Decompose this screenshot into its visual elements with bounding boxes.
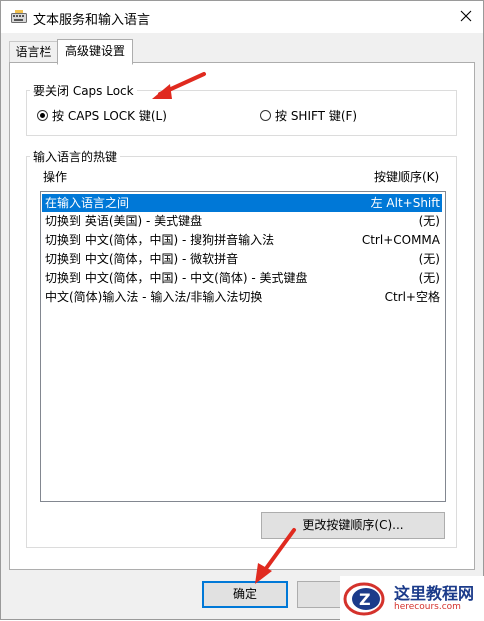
watermark: Z 这里教程网 herecours.com — [340, 576, 484, 620]
hotkey-row[interactable]: 切换到 中文(简体，中国) - 中文(简体) - 美式键盘 (无) — [42, 269, 442, 287]
tab-language-bar[interactable]: 语言栏 — [9, 41, 58, 62]
hotkey-row[interactable]: 中文(简体)输入法 - 输入法/非输入法切换 Ctrl+空格 — [42, 288, 442, 306]
hotkey-keys: Ctrl+COMMA — [361, 233, 440, 247]
window-title: 文本服务和输入语言 — [33, 13, 151, 28]
hotkey-action: 切换到 中文(简体，中国) - 微软拼音 — [45, 252, 239, 266]
watermark-title: 这里教程网 — [394, 584, 475, 603]
column-header-key-sequence: 按键顺序(K) — [374, 170, 440, 184]
hotkey-action: 切换到 英语(美国) - 美式键盘 — [45, 214, 203, 228]
hotkey-action: 切换到 中文(简体，中国) - 搜狗拼音输入法 — [45, 233, 275, 247]
hotkey-row[interactable]: 切换到 中文(简体，中国) - 微软拼音 (无) — [42, 250, 442, 268]
hotkey-row[interactable]: 在输入语言之间 左 Alt+Shift — [42, 194, 442, 212]
hotkey-keys: (无) — [418, 271, 440, 285]
close-button[interactable] — [449, 1, 483, 33]
hotkey-list[interactable]: 在输入语言之间 左 Alt+Shift 切换到 英语(美国) - 美式键盘 (无… — [40, 191, 446, 502]
caps-lock-key-label: 按 CAPS LOCK 键(L) — [52, 109, 167, 123]
caps-lock-group-label: 要关闭 Caps Lock — [30, 82, 137, 99]
dialog-window: 文本服务和输入语言 语言栏 高级键设置 要关闭 Caps Lock 按 CAPS… — [0, 0, 484, 620]
ok-button[interactable]: 确定 — [202, 581, 288, 608]
change-key-sequence-button[interactable]: 更改按键顺序(C)... — [261, 512, 445, 539]
hotkey-row[interactable]: 切换到 中文(简体，中国) - 搜狗拼音输入法 Ctrl+COMMA — [42, 231, 442, 249]
radio-checked-icon — [37, 110, 48, 121]
hotkey-keys: 左 Alt+Shift — [370, 196, 440, 210]
watermark-logo: Z — [342, 580, 390, 621]
column-header-action: 操作 — [43, 170, 68, 184]
hotkey-keys: (无) — [418, 214, 440, 228]
close-icon — [460, 10, 472, 25]
radio-unchecked-icon — [260, 110, 271, 121]
shift-key-radio[interactable]: 按 SHIFT 键(F) — [260, 107, 357, 124]
caps-lock-key-radio[interactable]: 按 CAPS LOCK 键(L) — [37, 107, 167, 124]
watermark-url: herecours.com — [394, 602, 461, 612]
hotkey-keys: Ctrl+空格 — [384, 290, 440, 304]
tab-panel: 要关闭 Caps Lock 按 CAPS LOCK 键(L) 按 SHIFT 键… — [9, 62, 475, 570]
hotkey-action: 中文(简体)输入法 - 输入法/非输入法切换 — [45, 290, 263, 304]
watermark-logo-letter: Z — [359, 590, 371, 609]
tab-advanced-key-settings[interactable]: 高级键设置 — [57, 39, 133, 65]
hotkey-action: 在输入语言之间 — [45, 196, 130, 210]
hotkey-keys: (无) — [418, 252, 440, 266]
hotkey-row[interactable]: 切换到 英语(美国) - 美式键盘 (无) — [42, 212, 442, 230]
title-bar: 文本服务和输入语言 — [1, 1, 483, 33]
hotkey-action: 切换到 中文(简体，中国) - 中文(简体) - 美式键盘 — [45, 271, 308, 285]
shift-key-label: 按 SHIFT 键(F) — [275, 109, 358, 123]
hotkeys-group-label: 输入语言的热键 — [30, 148, 121, 165]
keyboard-icon — [11, 10, 27, 24]
